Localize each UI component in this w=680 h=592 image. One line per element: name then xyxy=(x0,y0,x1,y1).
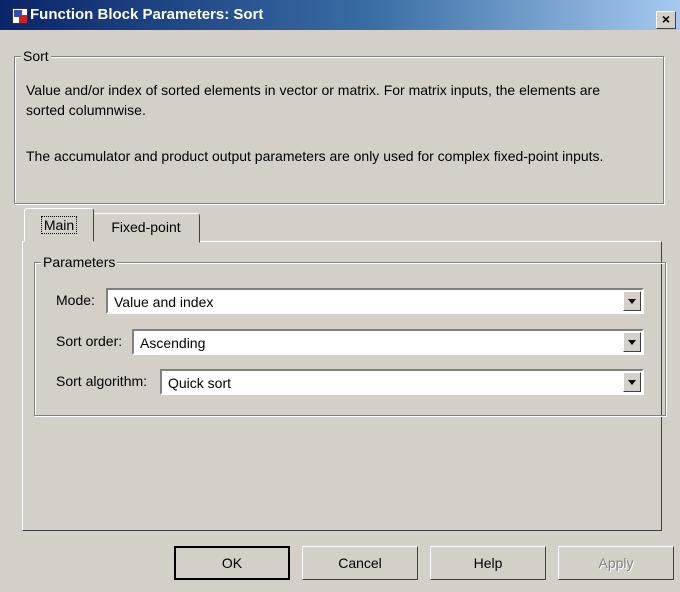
ok-button[interactable]: OK xyxy=(174,546,290,580)
tab-main-label: Main xyxy=(40,216,78,234)
block-description-2: The accumulator and product output param… xyxy=(26,148,604,164)
chevron-down-icon[interactable] xyxy=(623,291,641,311)
window-title: Function Block Parameters: Sort xyxy=(30,6,264,23)
mode-label: Mode: xyxy=(56,292,95,308)
help-button[interactable]: Help xyxy=(430,546,546,580)
simulink-app-icon xyxy=(12,8,28,24)
block-description-1: Value and/or index of sorted elements in… xyxy=(26,82,600,118)
tab-fixed-point[interactable]: Fixed-point xyxy=(92,213,200,243)
mode-value: Value and index xyxy=(114,294,214,310)
sort-order-label: Sort order: xyxy=(56,333,123,349)
tab-main[interactable]: Main xyxy=(24,208,94,242)
chevron-down-icon[interactable] xyxy=(623,372,641,392)
sort-algorithm-label: Sort algorithm: xyxy=(56,373,148,389)
dialog-window: Function Block Parameters: Sort × Sort V… xyxy=(0,0,680,592)
mode-dropdown[interactable]: Value and index xyxy=(106,288,644,314)
title-bar[interactable]: Function Block Parameters: Sort × xyxy=(0,0,680,30)
sort-order-value: Ascending xyxy=(140,335,206,351)
sort-groupbox: Sort xyxy=(14,48,664,204)
close-button[interactable]: × xyxy=(656,11,676,29)
sort-algorithm-dropdown[interactable]: Quick sort xyxy=(160,369,644,395)
chevron-down-icon[interactable] xyxy=(623,332,641,352)
sort-order-dropdown[interactable]: Ascending xyxy=(132,329,644,355)
apply-button[interactable]: Apply xyxy=(558,546,674,580)
parameters-legend: Parameters xyxy=(41,254,118,270)
sort-algorithm-value: Quick sort xyxy=(168,375,232,391)
sort-group-legend: Sort xyxy=(21,48,51,64)
cancel-button[interactable]: Cancel xyxy=(302,546,418,580)
